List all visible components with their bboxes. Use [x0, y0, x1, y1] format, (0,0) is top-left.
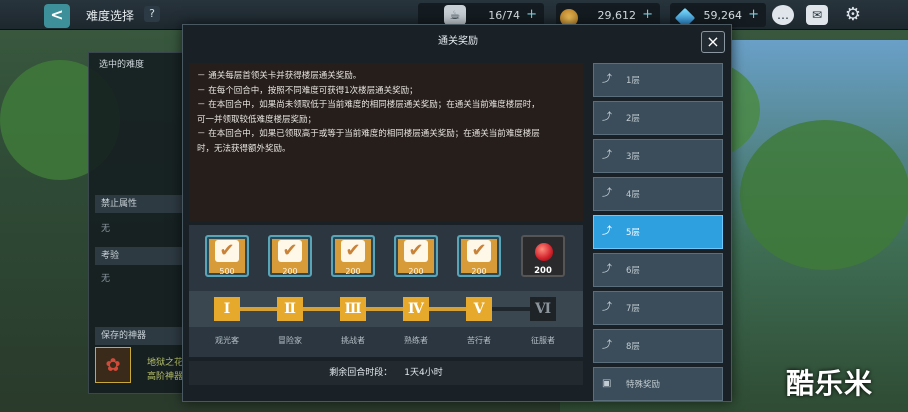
gear-icon[interactable]: ⚙: [842, 5, 864, 25]
floor-item-5[interactable]: ⤴ 5层: [593, 215, 723, 249]
dialog-title: 通关奖励: [438, 36, 478, 47]
description-line: － 在每个回合中，按照不同难度可获得1次楼层通关奖励；: [197, 85, 418, 96]
reward-box-1[interactable]: ✔ 500: [205, 235, 249, 277]
rank-node-3: Ⅲ: [340, 297, 366, 321]
reward-box-4[interactable]: ✔ 200: [394, 235, 438, 277]
floor-label: 8层: [626, 342, 640, 352]
stairs-icon: ⤴: [602, 112, 612, 123]
selected-difficulty-label: 选中的难度: [99, 60, 145, 70]
floor-label: 4层: [626, 190, 640, 200]
stairs-icon: ⤴: [602, 226, 612, 237]
floor-label: 3层: [626, 152, 640, 162]
reward-amount: 200: [282, 267, 298, 276]
add-gem-button[interactable]: +: [748, 7, 759, 22]
floor-item-3[interactable]: ⤴ 3层: [593, 139, 723, 173]
reward-amount: 200: [408, 267, 424, 276]
rank-name: 熟练者: [404, 336, 428, 345]
rank-node-6: Ⅵ: [530, 297, 556, 321]
reward-box-6[interactable]: 200: [521, 235, 565, 277]
reward-track: ✔ 500 ✔ 200 ✔ 200 ✔ 200 ✔ 200 200 Ⅰ Ⅱ Ⅲ …: [189, 225, 583, 357]
rank-name: 观光客: [215, 336, 239, 345]
description-line: 时，无法获得额外奖励。: [197, 143, 291, 154]
check-icon: ✔: [278, 240, 302, 262]
rank-node-2: Ⅱ: [277, 297, 303, 321]
help-button[interactable]: ?: [144, 6, 160, 22]
floor-item-4[interactable]: ⤴ 4层: [593, 177, 723, 211]
add-stamina-button[interactable]: +: [526, 7, 537, 22]
back-button[interactable]: <: [44, 4, 70, 28]
mail-icon[interactable]: ✉: [806, 5, 828, 25]
floor-list[interactable]: ⤴ 1层 ⤴ 2层 ⤴ 3层 ⤴ 4层 ⤴ 5层 ⤴ 6层 ⤴ 7层 ⤴ 8层 ▣ 特殊奖励: [589, 59, 727, 403]
forbidden-attr-value: 无: [101, 224, 111, 234]
artifact-tier: 高阶神器: [147, 372, 184, 382]
rank-name: 挑战者: [341, 336, 365, 345]
saved-artifact-label: 保存的神器: [95, 327, 183, 345]
artifact-name: 地狱之花: [147, 358, 184, 368]
reward-description: － 通关每层首领关卡并获得楼层通关奖励。 － 在每个回合中，按照不同难度可获得1…: [189, 63, 583, 221]
stairs-icon: ⤴: [602, 188, 612, 199]
reward-amount: 500: [219, 267, 235, 276]
description-line: － 在本回合中，如果尚未领取低于当前难度的相同楼层通关奖励；在通关当前难度楼层时…: [197, 100, 540, 111]
floor-label: 特殊奖励: [626, 380, 661, 390]
floor-item-1[interactable]: ⤴ 1层: [593, 63, 723, 97]
stamina-icon: ☕: [444, 5, 466, 25]
floor-item-7[interactable]: ⤴ 7层: [593, 291, 723, 325]
artifact-flower-icon[interactable]: ✿: [95, 347, 131, 383]
forbidden-attr-label: 禁止属性: [95, 195, 183, 213]
trial-label: 考验: [95, 247, 183, 265]
check-icon: ✔: [467, 240, 491, 262]
stairs-icon: ⤴: [602, 264, 612, 275]
stairs-icon: ⤴: [602, 74, 612, 85]
reward-amount: 200: [471, 267, 487, 276]
floor-label: 2层: [626, 114, 640, 124]
rank-node-1: Ⅰ: [214, 297, 240, 321]
rank-name: 冒险家: [278, 336, 302, 345]
floor-item-special[interactable]: ▣ 特殊奖励: [593, 367, 723, 401]
add-gold-button[interactable]: +: [642, 7, 653, 22]
gold-value: 29,612: [597, 8, 637, 22]
check-icon: ✔: [215, 240, 239, 262]
timer-value: 1天4小时: [404, 368, 443, 378]
description-line: － 在本回合中，如果已领取高于或等于当前难度的相同楼层通关奖励；在通关当前难度楼…: [197, 129, 540, 140]
trial-value: 无: [101, 274, 111, 284]
floor-item-6[interactable]: ⤴ 6层: [593, 253, 723, 287]
description-line: 可一并领取较低难度楼层奖励；: [197, 114, 317, 125]
remaining-time-bar: 剩余回合时段： 1天4小时: [189, 361, 583, 385]
floor-label: 5层: [626, 228, 640, 238]
description-line: － 通关每层首领关卡并获得楼层通关奖励。: [197, 71, 362, 81]
rank-node-5: Ⅴ: [466, 297, 492, 321]
timer-label: 剩余回合时段：: [329, 368, 393, 378]
chat-icon[interactable]: …: [772, 5, 794, 25]
reward-box-3[interactable]: ✔ 200: [331, 235, 375, 277]
floor-item-8[interactable]: ⤴ 8层: [593, 329, 723, 363]
floor-label: 1层: [626, 76, 640, 86]
rank-node-4: Ⅳ: [403, 297, 429, 321]
floor-item-2[interactable]: ⤴ 2层: [593, 101, 723, 135]
close-button[interactable]: ×: [701, 31, 725, 53]
check-icon: ✔: [404, 240, 428, 262]
rank-name: 征服者: [531, 336, 555, 345]
floor-label: 6层: [626, 266, 640, 276]
reward-box-5[interactable]: ✔ 200: [457, 235, 501, 277]
reward-amount: 200: [534, 266, 552, 276]
difficulty-info-panel: 选中的难度 禁止属性 无 考验 无 保存的神器 ✿ 地狱之花 高阶神器: [88, 52, 188, 394]
gem-value: 59,264: [703, 8, 743, 22]
clear-reward-dialog: 通关奖励 × － 通关每层首领关卡并获得楼层通关奖励。 － 在每个回合中，按照不…: [182, 24, 732, 402]
background-tree: [740, 120, 908, 270]
rank-name: 苦行者: [467, 336, 491, 345]
stamina-value: 16/74: [488, 8, 520, 22]
stairs-icon: ⤴: [602, 340, 612, 351]
reward-amount: 200: [345, 267, 361, 276]
gift-icon: ▣: [602, 378, 612, 389]
reward-box-2[interactable]: ✔ 200: [268, 235, 312, 277]
check-icon: ✔: [341, 240, 365, 262]
stairs-icon: ⤴: [602, 150, 612, 161]
watermark: 酷乐米: [786, 367, 874, 400]
stairs-icon: ⤴: [602, 302, 612, 313]
page-title: 难度选择: [86, 9, 135, 23]
red-gem-icon: [535, 243, 553, 261]
floor-label: 7层: [626, 304, 640, 314]
